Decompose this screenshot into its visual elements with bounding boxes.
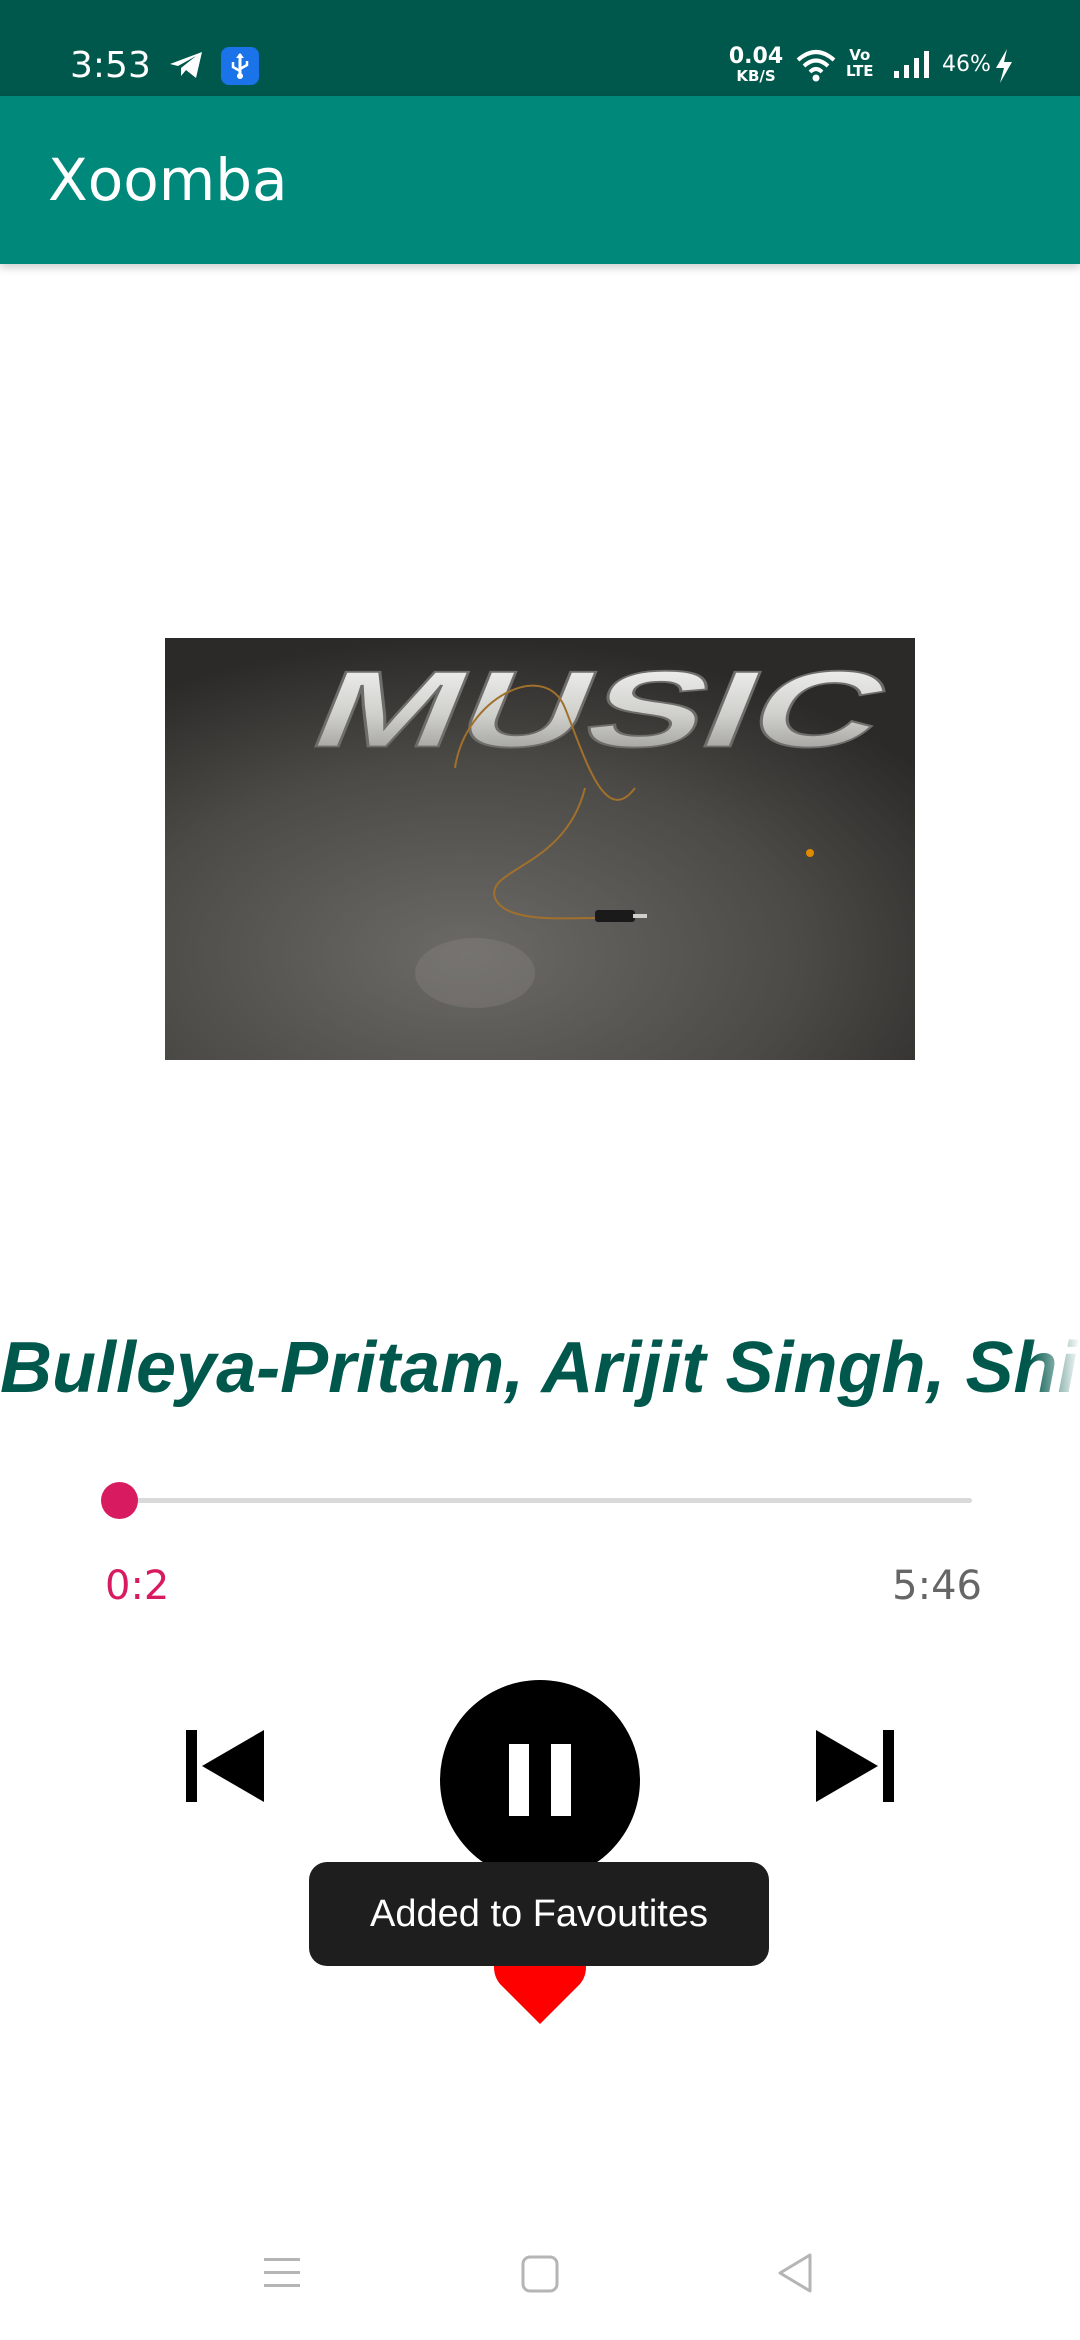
app-bar: Xoomba <box>0 96 1080 264</box>
previous-icon <box>186 1730 264 1802</box>
usb-debug-icon <box>221 47 259 85</box>
album-art-lettering: MUSIC <box>295 648 908 770</box>
network-speed: 0.04 KB/S <box>728 44 784 85</box>
total-time: 5:46 <box>892 1563 982 1609</box>
network-speed-unit: KB/S <box>736 67 776 85</box>
pause-icon <box>509 1744 571 1816</box>
song-title: Bulleya-Pritam, Arijit Singh, Shilpa Rao <box>0 1328 1080 1408</box>
previous-button[interactable] <box>186 1726 266 1806</box>
home-icon[interactable] <box>521 2255 559 2298</box>
volte-top-label: Vo <box>849 46 871 64</box>
app-title: Xoomba <box>48 146 288 214</box>
status-bar: 3:53 0.04 KB/S Vo LTE 46% <box>0 0 1080 96</box>
next-icon <box>816 1730 894 1802</box>
volte-bottom-label: LTE <box>846 62 874 80</box>
seek-thumb[interactable] <box>101 1482 139 1519</box>
album-art: MUSIC <box>165 638 915 1060</box>
battery-percent: 46% <box>942 52 991 77</box>
signal-icon <box>893 50 935 85</box>
network-speed-value: 0.04 <box>728 44 784 69</box>
song-title-marquee: Bulleya-Pritam, Arijit Singh, Shilpa Rao <box>0 1320 1080 1420</box>
pause-button[interactable] <box>440 1680 640 1880</box>
wifi-icon <box>796 48 836 87</box>
next-button[interactable] <box>814 1726 894 1806</box>
menu-icon[interactable] <box>262 2255 302 2296</box>
current-time: 0:2 <box>105 1563 170 1609</box>
charging-icon <box>994 48 1014 89</box>
toast-message: Added to Favoutites <box>309 1862 769 1966</box>
back-icon[interactable] <box>776 2252 814 2299</box>
seek-bar[interactable] <box>101 1482 972 1519</box>
status-time: 3:53 <box>70 45 151 86</box>
volte-icon: Vo LTE <box>846 47 874 79</box>
title-fade-edge <box>1030 1320 1080 1420</box>
telegram-icon <box>168 50 204 85</box>
